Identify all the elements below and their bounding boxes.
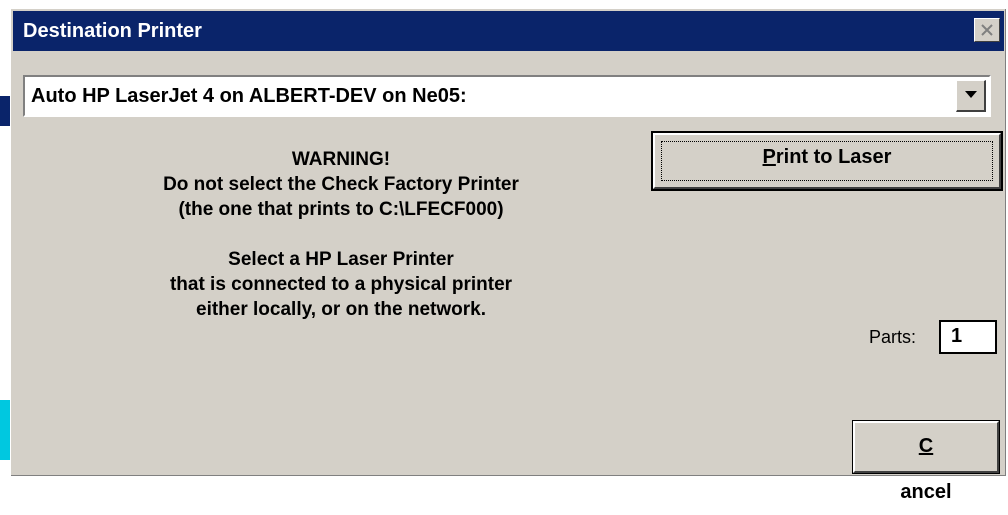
- background-window-fragment: [0, 400, 10, 460]
- destination-printer-dialog: Destination Printer Auto HP LaserJet 4 o…: [10, 8, 1006, 503]
- warning-text: (the one that prints to C:\LFECF000): [178, 199, 504, 220]
- warning-message: WARNING! Do not select the Check Factory…: [71, 147, 611, 322]
- warning-heading: WARNING!: [291, 149, 391, 170]
- parts-label: Parts:: [869, 327, 917, 347]
- parts-input[interactable]: 1: [939, 320, 997, 354]
- close-icon: [981, 24, 993, 36]
- print-button-label: rint to Laser: [775, 146, 892, 168]
- print-to-laser-button[interactable]: Print to Laser: [651, 131, 1003, 191]
- title-bar: Destination Printer: [13, 11, 1004, 51]
- instruction-text: either locally, or on the network.: [196, 299, 486, 320]
- background-window-fragment: [0, 96, 10, 126]
- window-title: Destination Printer: [23, 20, 202, 42]
- cancel-button-mnemonic: C: [918, 435, 934, 457]
- printer-select-value: Auto HP LaserJet 4 on ALBERT-DEV on Ne05…: [31, 85, 467, 107]
- close-button[interactable]: [974, 18, 1000, 42]
- warning-text: Do not select the Check Factory Printer: [163, 174, 519, 195]
- printer-select[interactable]: Auto HP LaserJet 4 on ALBERT-DEV on Ne05…: [23, 75, 991, 117]
- instruction-text: Select a HP Laser Printer: [228, 249, 454, 270]
- printer-dropdown-button[interactable]: [956, 80, 986, 112]
- chevron-down-icon: [965, 91, 977, 98]
- cancel-button[interactable]: Cancel: [852, 420, 1000, 503]
- instruction-text: that is connected to a physical printer: [169, 274, 513, 295]
- print-button-mnemonic: P: [762, 146, 776, 168]
